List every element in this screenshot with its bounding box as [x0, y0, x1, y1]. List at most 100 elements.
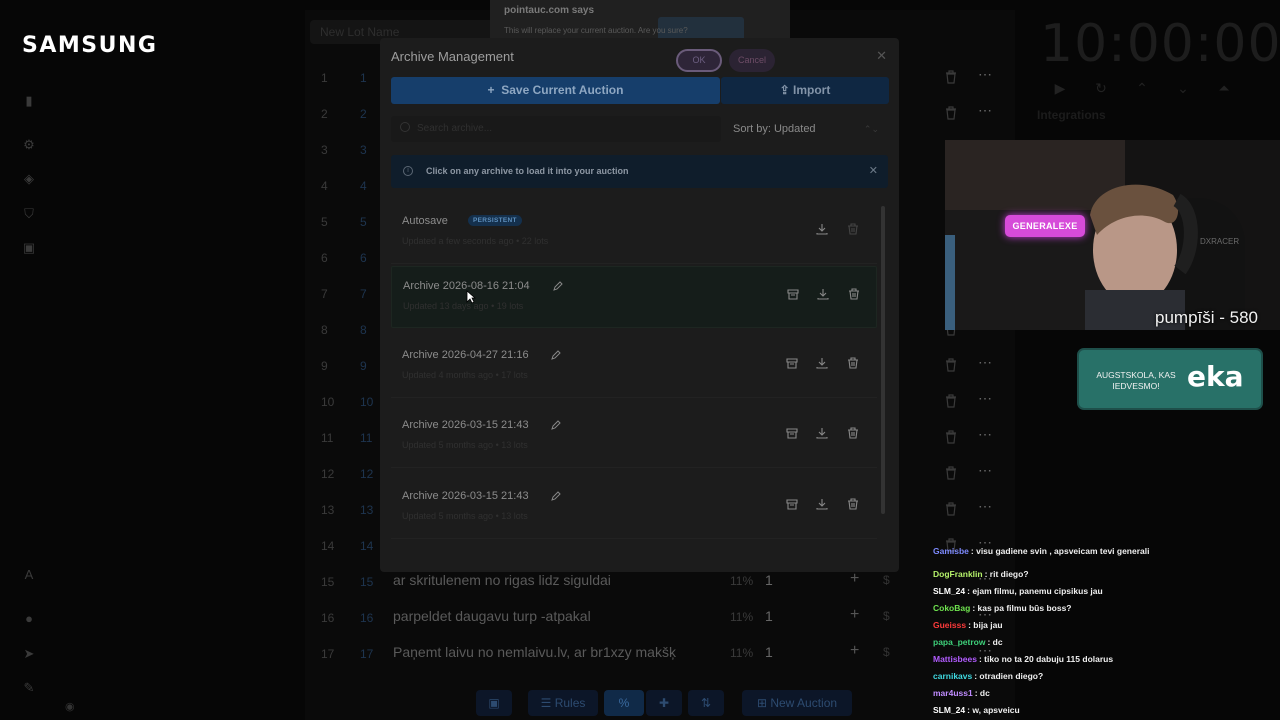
download-icon[interactable] — [815, 426, 829, 440]
trash-icon[interactable] — [945, 466, 957, 480]
github-icon[interactable]: ● — [22, 612, 36, 626]
trash-icon[interactable] — [945, 430, 957, 444]
sort-select[interactable]: Sort by: Updated ⌃⌄ — [721, 116, 889, 142]
dialog-ok-button[interactable]: OK — [676, 49, 722, 72]
lot-amount[interactable]: 1 — [765, 572, 773, 588]
download-icon[interactable] — [815, 356, 829, 370]
download-icon[interactable] — [816, 287, 830, 301]
chat-username[interactable]: Gueisss — [933, 620, 966, 630]
more-icon[interactable]: ⋯ — [978, 498, 993, 515]
edit-icon[interactable] — [550, 419, 562, 431]
lot-amount[interactable]: 1 — [765, 608, 773, 624]
chat-username[interactable]: carnikavs — [933, 671, 972, 681]
upload-icon: ⇪ — [779, 83, 794, 97]
trash-icon[interactable] — [945, 70, 957, 84]
trash-icon[interactable] — [945, 502, 957, 516]
chat-message: carnikavs: otradien diego? — [933, 671, 1043, 681]
more-icon[interactable]: ⋯ — [978, 462, 993, 479]
dialog-cancel-button[interactable]: Cancel — [729, 49, 775, 72]
archive-box-icon[interactable] — [785, 356, 799, 370]
more-icon[interactable]: ⋯ — [978, 102, 993, 119]
new-auction-button[interactable]: ⊞ New Auction — [742, 690, 852, 716]
more-icon[interactable]: ⋯ — [978, 426, 993, 443]
chat-username[interactable]: Gamisbe — [933, 546, 969, 556]
download-icon[interactable] — [815, 222, 829, 236]
chat-message: Gamisbe: visu gadiene svin , apsveicam t… — [933, 546, 1150, 556]
close-icon[interactable]: ✕ — [876, 48, 887, 64]
svg-text:DXRACER: DXRACER — [1200, 237, 1239, 246]
trash-icon[interactable] — [846, 497, 860, 511]
layers-icon[interactable]: ◈ — [22, 172, 36, 186]
archive-item[interactable]: Archive 2026-04-27 21:16 Updated 4 months… — [391, 336, 877, 398]
archive-box-icon[interactable] — [785, 497, 799, 511]
more-icon[interactable]: ⋯ — [978, 66, 993, 83]
chat-message: SLM_24: w, apsveicu — [933, 705, 1020, 715]
chat-username[interactable]: mar4uss1 — [933, 688, 973, 698]
trash-icon[interactable] — [846, 222, 860, 236]
add-amount-icon[interactable]: + — [850, 642, 859, 660]
chat-text: : otradien diego? — [974, 671, 1044, 681]
row-number: 4 — [321, 179, 328, 193]
row-number: 2 — [321, 107, 328, 121]
add-amount-icon[interactable]: + — [850, 606, 859, 624]
play-icon[interactable]: ▶ — [1050, 78, 1070, 98]
chat-username[interactable]: SLM_24 — [933, 705, 965, 715]
chevron-up-icon[interactable]: ⌃ — [1132, 78, 1152, 98]
archive-scrollbar[interactable] — [881, 206, 885, 514]
gear-icon[interactable]: ⚙ — [22, 138, 36, 152]
save-current-auction-button[interactable]: + Save Current Auction — [391, 77, 720, 104]
archive-name: Autosave — [402, 215, 448, 227]
trash-icon[interactable] — [847, 287, 861, 301]
download-icon[interactable] — [815, 497, 829, 511]
lot-currency: $ — [883, 609, 890, 623]
table-row[interactable]: 17 17 Paņemt laivu no nemlaivu.lv, ar br1x… — [305, 636, 1015, 672]
eye-icon[interactable]: ◉ — [65, 700, 75, 713]
chat-username[interactable]: papa_petrow — [933, 637, 985, 647]
trash-icon[interactable] — [945, 394, 957, 408]
archive-item[interactable]: Archive 2026-08-16 21:04 Updated 13 days … — [391, 266, 877, 328]
reset-icon[interactable]: ↻ — [1091, 78, 1111, 98]
add-amount-icon[interactable]: + — [850, 570, 859, 588]
chevron-down-icon[interactable]: ⌄ — [1173, 78, 1193, 98]
chat-username[interactable]: Mattisbees — [933, 654, 977, 664]
integrations-toggle[interactable]: Integrations — [1037, 108, 1106, 122]
edit-icon[interactable] — [550, 490, 562, 502]
more-icon[interactable]: ⋯ — [978, 354, 993, 371]
sort-button[interactable]: ⇅ — [688, 690, 724, 716]
archive-item[interactable]: Archive 2026-03-15 21:43 Updated 5 months… — [391, 477, 877, 539]
image-button[interactable]: ▣ — [476, 690, 512, 716]
percent-button[interactable]: % — [604, 690, 644, 716]
rules-button[interactable]: ☰ Rules — [528, 690, 598, 716]
row-number: 11 — [321, 431, 334, 445]
banner-close-icon[interactable]: ✕ — [869, 164, 878, 177]
trash-icon[interactable] — [846, 356, 860, 370]
pencil-square-icon[interactable]: ✎ — [22, 681, 36, 695]
archive-box-icon[interactable] — [785, 426, 799, 440]
edit-icon[interactable] — [552, 280, 564, 292]
archive-box-icon[interactable] — [786, 287, 800, 301]
table-row[interactable]: 16 16 parpeldet daugavu turp -atpakal 11% 1 +… — [305, 600, 1015, 636]
more-icon[interactable]: ⋯ — [978, 390, 993, 407]
import-button[interactable]: ⇪ Import — [721, 77, 889, 104]
trash-icon[interactable] — [945, 358, 957, 372]
telegram-icon[interactable]: ➤ — [22, 647, 36, 661]
translate-icon[interactable]: A — [22, 568, 36, 582]
chat-username[interactable]: SLM_24 — [933, 586, 965, 596]
archive-item[interactable]: Autosave Updated a few seconds ago • 22 l… — [391, 202, 877, 264]
lot-amount[interactable]: 1 — [765, 644, 773, 660]
webcam-feed: DXRACER — [945, 140, 1280, 330]
trash-icon[interactable] — [846, 426, 860, 440]
add-button[interactable]: ✚ — [646, 690, 682, 716]
chart-icon[interactable]: ▮ — [22, 94, 36, 108]
edit-icon[interactable] — [550, 349, 562, 361]
archive-item[interactable]: Archive 2026-03-15 21:43 Updated 5 months… — [391, 406, 877, 468]
trash-icon[interactable] — [945, 106, 957, 120]
archive-search-input[interactable]: Search archive... — [391, 116, 721, 142]
chat-username[interactable]: DogFranklin — [933, 569, 983, 579]
shield-icon[interactable]: ⛉ — [22, 207, 36, 221]
row-number: 8 — [321, 323, 328, 337]
row-number: 5 — [321, 215, 328, 229]
chat-username[interactable]: CokoBag — [933, 603, 970, 613]
box-icon[interactable]: ▣ — [22, 241, 36, 255]
double-up-icon[interactable]: ⏶ — [1214, 78, 1234, 98]
